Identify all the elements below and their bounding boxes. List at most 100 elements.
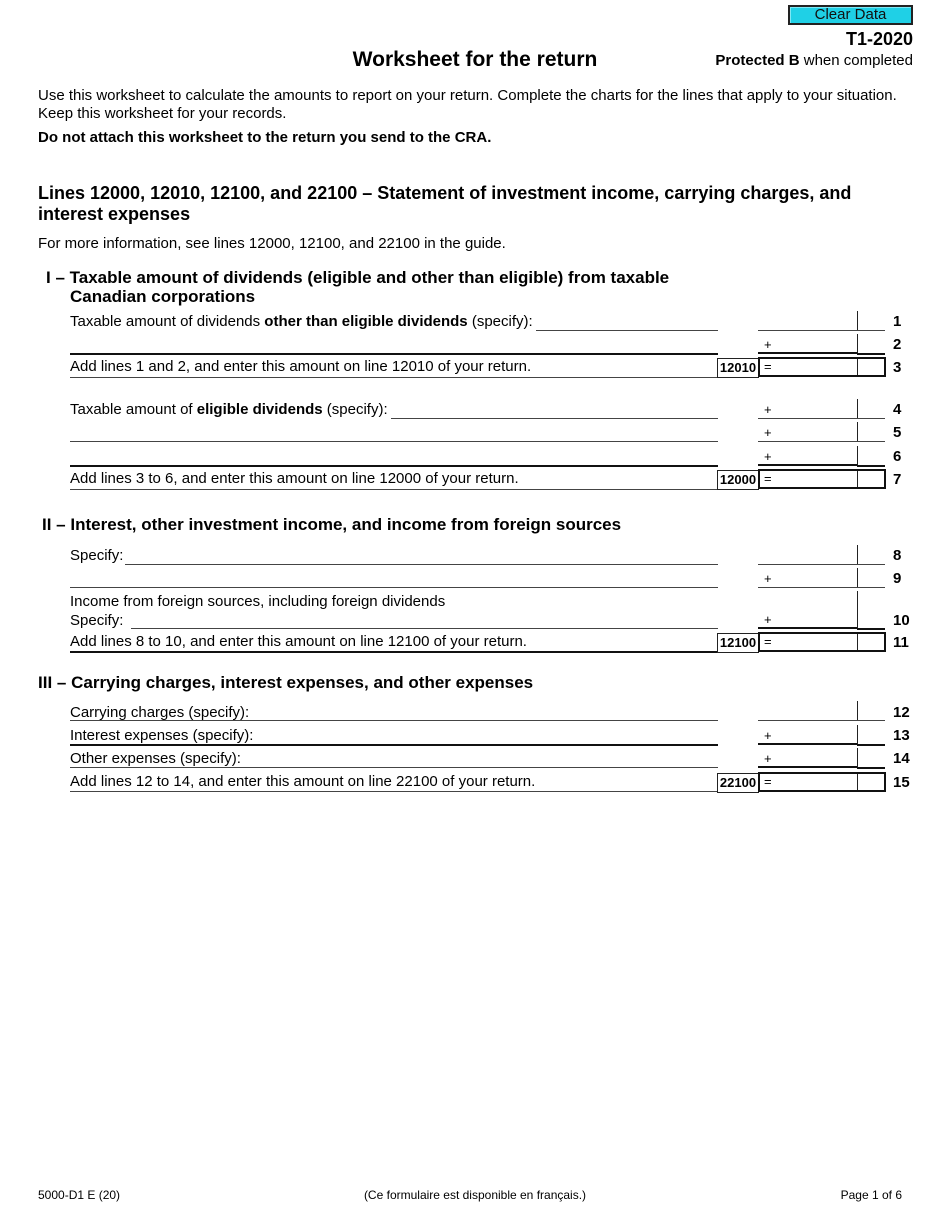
- plus-sign: +: [764, 425, 772, 440]
- clear-data-button[interactable]: Clear Data: [788, 5, 913, 25]
- line-number-3: 3: [893, 359, 902, 376]
- line2-amount-field[interactable]: +: [758, 332, 858, 354]
- line9-cents-field[interactable]: [857, 587, 885, 588]
- line10-label-1: Income from foreign sources, including f…: [70, 593, 446, 610]
- line11-underline: [70, 651, 718, 653]
- plus-sign: +: [764, 612, 772, 627]
- part1-number: I –: [46, 268, 65, 287]
- line-number-1: 1: [893, 313, 902, 330]
- part2-heading: II – Interest, other investment income, …: [42, 515, 621, 534]
- line6-cents-separator: [857, 446, 858, 466]
- line1-specify-field[interactable]: [536, 330, 718, 331]
- line3-cents-separator: [857, 359, 858, 375]
- line15-underline: [70, 791, 718, 792]
- line5-specify-field[interactable]: [70, 441, 718, 442]
- line10-cents-separator: [857, 591, 858, 629]
- line1-amount-field[interactable]: [758, 309, 858, 331]
- line9-amount-field[interactable]: +: [758, 566, 858, 588]
- line9-specify-field[interactable]: [70, 587, 718, 588]
- line4-cents-field[interactable]: [857, 418, 885, 419]
- line13-specify-field[interactable]: [70, 744, 718, 746]
- line12-specify-field[interactable]: [70, 720, 718, 721]
- line8-cents-field[interactable]: [857, 564, 885, 565]
- line13-amount-field[interactable]: +: [758, 723, 858, 745]
- line-number-4: 4: [893, 401, 902, 418]
- section-title: Lines 12000, 12010, 12100, and 22100 – S…: [38, 183, 852, 224]
- line15-code-22100: 22100: [717, 773, 759, 793]
- line4-cents-separator: [857, 399, 858, 419]
- part1-heading: I – Taxable amount of dividends (eligibl…: [46, 268, 669, 287]
- line4-label-pre: Taxable amount of: [70, 401, 197, 418]
- line-number-5: 5: [893, 424, 902, 441]
- line4-specify-field[interactable]: [391, 418, 718, 419]
- line6-cents-field[interactable]: [857, 465, 885, 467]
- line11-total-field[interactable]: =: [758, 632, 886, 652]
- page-title: Worksheet for the return: [0, 48, 950, 72]
- plus-sign: +: [764, 449, 772, 464]
- line4-label: Taxable amount of eligible dividends (sp…: [70, 401, 388, 418]
- line3-total-field[interactable]: =: [758, 357, 886, 377]
- line12-label: Carrying charges (specify):: [70, 704, 250, 721]
- line1-label-pre: Taxable amount of dividends: [70, 313, 265, 330]
- line14-amount-field[interactable]: +: [758, 746, 858, 768]
- line-number-10: 10: [893, 612, 910, 629]
- line-number-14: 14: [893, 750, 910, 767]
- line5-cents-field[interactable]: [857, 441, 885, 442]
- line11-cents-separator: [857, 634, 858, 650]
- line14-specify-field[interactable]: [70, 767, 718, 768]
- line12-cents-separator: [857, 701, 858, 721]
- part3-heading: III – Carrying charges, interest expense…: [38, 673, 533, 692]
- line7-cents-separator: [857, 471, 858, 487]
- equals-sign: =: [764, 471, 772, 486]
- part3-number: III –: [38, 673, 67, 692]
- equals-sign: =: [764, 634, 772, 649]
- line14-cents-separator: [857, 748, 858, 768]
- line3-label: Add lines 1 and 2, and enter this amount…: [70, 358, 532, 375]
- plus-sign: +: [764, 571, 772, 586]
- line14-label: Other expenses (specify):: [70, 750, 241, 767]
- line12-cents-field[interactable]: [857, 720, 885, 721]
- line1-label: Taxable amount of dividends other than e…: [70, 313, 533, 330]
- line3-underline: [70, 377, 718, 378]
- line8-cents-separator: [857, 545, 858, 565]
- line8-specify-field[interactable]: [125, 564, 718, 565]
- line7-code-12000: 12000: [717, 470, 759, 490]
- line-number-7: 7: [893, 471, 902, 488]
- plus-sign: +: [764, 337, 772, 352]
- line1-label-bold: other than eligible dividends: [264, 313, 468, 330]
- line6-specify-field[interactable]: [70, 465, 718, 467]
- line4-amount-field[interactable]: +: [758, 397, 858, 419]
- equals-sign: =: [764, 359, 772, 374]
- line10-amount-field[interactable]: +: [758, 607, 858, 629]
- line7-label: Add lines 3 to 6, and enter this amount …: [70, 470, 519, 487]
- line1-cents-field[interactable]: [857, 330, 885, 331]
- line1-cents-separator: [857, 311, 858, 331]
- line-number-12: 12: [893, 704, 910, 721]
- line11-label: Add lines 8 to 10, and enter this amount…: [70, 633, 527, 650]
- line10-specify-field[interactable]: [131, 628, 718, 629]
- line2-cents-separator: [857, 334, 858, 354]
- line6-amount-field[interactable]: +: [758, 444, 858, 466]
- line-number-13: 13: [893, 727, 910, 744]
- part2-title: Interest, other investment income, and i…: [70, 515, 622, 534]
- line10-label-2: Specify:: [70, 612, 124, 629]
- line7-total-field[interactable]: =: [758, 469, 886, 489]
- line13-cents-field[interactable]: [857, 744, 885, 746]
- line3-code-12010: 12010: [717, 358, 759, 378]
- line10-cents-field[interactable]: [857, 628, 885, 630]
- line14-cents-field[interactable]: [857, 767, 885, 769]
- form-id: T1-2020: [845, 29, 913, 49]
- line2-specify-field[interactable]: [70, 353, 718, 355]
- line12-amount-field[interactable]: [758, 699, 858, 721]
- plus-sign: +: [764, 402, 772, 417]
- line2-cents-field[interactable]: [857, 353, 885, 355]
- line5-amount-field[interactable]: +: [758, 420, 858, 442]
- plus-sign: +: [764, 751, 772, 766]
- line-number-8: 8: [893, 547, 902, 564]
- line13-label: Interest expenses (specify):: [70, 727, 254, 744]
- line8-amount-field[interactable]: [758, 543, 858, 565]
- more-info-text: For more information, see lines 12000, 1…: [38, 235, 506, 252]
- line15-total-field[interactable]: =: [758, 772, 886, 792]
- line15-cents-separator: [857, 774, 858, 790]
- line5-cents-separator: [857, 422, 858, 442]
